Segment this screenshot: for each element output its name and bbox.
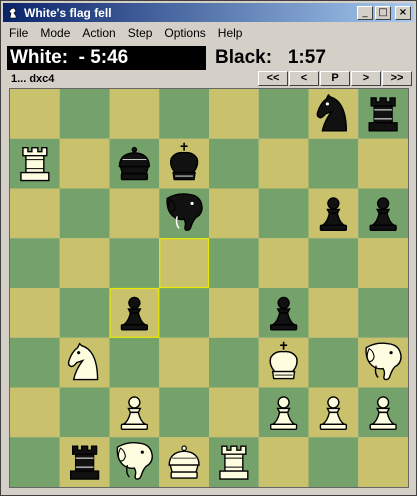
square-f1[interactable] <box>258 437 309 487</box>
square-e7[interactable] <box>209 138 259 189</box>
app-window: White's flag fell _ □ × File Mode Action… <box>0 0 417 496</box>
menu-help[interactable]: Help <box>212 26 249 40</box>
square-e6[interactable] <box>209 188 259 239</box>
square-c5[interactable] <box>109 238 160 288</box>
menu-options[interactable]: Options <box>158 26 211 40</box>
square-d2[interactable] <box>159 387 209 438</box>
square-e8[interactable] <box>209 89 259 139</box>
menu-file[interactable]: File <box>3 26 34 40</box>
next-move-button[interactable]: > <box>351 71 381 86</box>
square-a4[interactable] <box>10 288 60 338</box>
square-h1[interactable] <box>358 437 408 487</box>
square-g5[interactable] <box>308 238 359 288</box>
minimize-button[interactable]: _ <box>357 5 373 20</box>
prev-move-button[interactable]: < <box>289 71 319 86</box>
close-button[interactable]: × <box>395 5 411 20</box>
square-f5[interactable] <box>258 238 309 288</box>
square-a8[interactable] <box>10 89 60 139</box>
square-d4[interactable] <box>159 288 209 338</box>
square-c3[interactable] <box>109 337 160 388</box>
square-g7[interactable] <box>308 138 359 189</box>
square-a5[interactable] <box>10 238 60 288</box>
square-h4[interactable] <box>358 288 408 338</box>
square-a1[interactable] <box>10 437 60 487</box>
square-f8[interactable] <box>258 89 309 139</box>
square-b2[interactable] <box>59 387 110 438</box>
square-a3[interactable] <box>10 337 60 388</box>
last-move: 1... dxc4 <box>11 73 55 85</box>
navigation-row: 1... dxc4 << < P > >> <box>7 71 412 87</box>
black-clock: Black: 1:57 <box>215 47 326 68</box>
square-g3[interactable] <box>308 337 359 388</box>
first-move-button[interactable]: << <box>258 71 288 86</box>
square-f7[interactable] <box>258 138 309 189</box>
square-a6[interactable] <box>10 188 60 239</box>
square-e4[interactable] <box>209 288 259 338</box>
maximize-button[interactable]: □ <box>375 5 391 20</box>
clock-panel: White: - 5:46 Black: 1:57 <box>7 46 411 70</box>
square-g1[interactable] <box>308 437 359 487</box>
knight-app-icon[interactable] <box>6 6 20 20</box>
square-b4[interactable] <box>59 288 110 338</box>
pause-button[interactable]: P <box>320 71 350 86</box>
square-d5[interactable] <box>159 238 209 288</box>
menu-step[interactable]: Step <box>122 26 159 40</box>
square-h7[interactable] <box>358 138 408 189</box>
menu-action[interactable]: Action <box>76 26 121 40</box>
square-d3[interactable] <box>159 337 209 388</box>
square-d8[interactable] <box>159 89 209 139</box>
square-e2[interactable] <box>209 387 259 438</box>
square-b7[interactable] <box>59 138 110 189</box>
square-g4[interactable] <box>308 288 359 338</box>
square-f6[interactable] <box>258 188 309 239</box>
square-c6[interactable] <box>109 188 160 239</box>
square-b5[interactable] <box>59 238 110 288</box>
nav-button-group: << < P > >> <box>257 71 412 86</box>
last-move-button[interactable]: >> <box>382 71 412 86</box>
title-bar[interactable]: White's flag fell _ □ × <box>3 3 414 22</box>
square-e5[interactable] <box>209 238 259 288</box>
white-clock: White: - 5:46 <box>7 46 206 70</box>
square-b6[interactable] <box>59 188 110 239</box>
menu-mode[interactable]: Mode <box>34 26 76 40</box>
menu-bar: File Mode Action Step Options Help <box>3 23 414 42</box>
window-title: White's flag fell <box>24 5 112 20</box>
square-h5[interactable] <box>358 238 408 288</box>
square-a2[interactable] <box>10 387 60 438</box>
chess-board[interactable] <box>9 88 409 488</box>
square-c8[interactable] <box>109 89 160 139</box>
square-e3[interactable] <box>209 337 259 388</box>
square-b8[interactable] <box>59 89 110 139</box>
